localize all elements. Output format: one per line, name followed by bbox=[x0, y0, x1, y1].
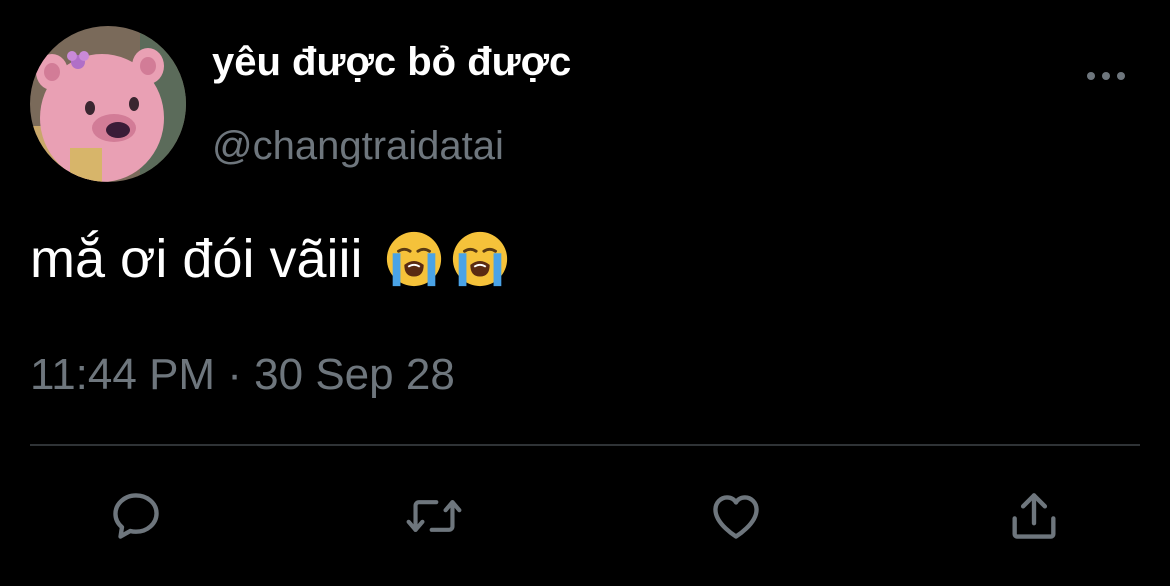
more-icon bbox=[1087, 72, 1125, 80]
tweet-text: mắ ơi đói vãiii bbox=[30, 228, 511, 290]
like-button[interactable] bbox=[706, 486, 766, 546]
retweet-icon bbox=[406, 500, 462, 532]
heart-icon bbox=[713, 495, 759, 539]
user-handle[interactable]: @changtraidatai bbox=[212, 124, 504, 169]
share-button[interactable] bbox=[1004, 486, 1064, 546]
tweet-timestamp[interactable]: 11:44 PM · 30 Sep 28 bbox=[30, 350, 455, 400]
more-options-button[interactable] bbox=[1080, 58, 1132, 94]
divider bbox=[30, 444, 1140, 446]
reply-button[interactable] bbox=[106, 486, 166, 546]
retweet-button[interactable] bbox=[404, 486, 464, 546]
loudly-crying-face-emoji bbox=[452, 231, 507, 287]
loudly-crying-face-emoji bbox=[386, 231, 441, 287]
avatar[interactable] bbox=[30, 26, 186, 182]
avatar-image bbox=[30, 26, 186, 182]
tweet-body: mắ ơi đói vãiii bbox=[30, 229, 363, 289]
reply-icon bbox=[113, 493, 159, 539]
share-icon bbox=[1012, 493, 1056, 539]
display-name[interactable]: yêu được bỏ được bbox=[212, 40, 571, 85]
